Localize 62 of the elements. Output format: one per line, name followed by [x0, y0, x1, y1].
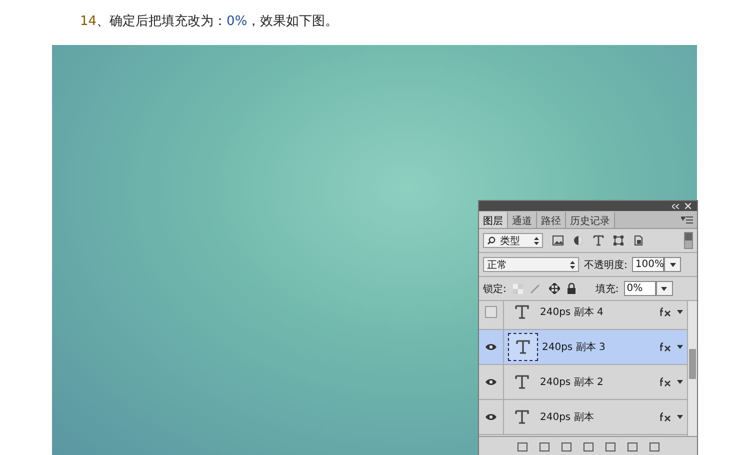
eye-icon[interactable]: [485, 413, 497, 421]
text-layer-icon: [515, 375, 529, 389]
text-layer-icon: [515, 410, 529, 424]
panel-tab[interactable]: 通道: [508, 212, 537, 228]
layer-name: 240ps 副本: [540, 410, 595, 424]
fill-label: 填充:: [595, 282, 619, 296]
caret-icon[interactable]: [677, 345, 683, 349]
layer-name: 240ps 副本 3: [542, 340, 606, 354]
panel-tab[interactable]: 图层: [479, 212, 508, 228]
layer-row[interactable]: 240ps 副本 2: [479, 365, 687, 400]
opacity-label: 不透明度:: [584, 258, 628, 272]
document-icon[interactable]: [633, 235, 644, 246]
blend-mode-dropdown[interactable]: 正常: [483, 257, 579, 272]
toolbar-icon[interactable]: [604, 442, 616, 452]
effects-icon: [659, 342, 673, 352]
caret-icon[interactable]: [677, 380, 683, 384]
checker-icon[interactable]: [513, 284, 524, 294]
caret-icon: [670, 262, 676, 266]
lock-label: 锁定:: [483, 282, 506, 296]
effects-icon: [659, 377, 673, 387]
eye-icon[interactable]: [485, 343, 497, 351]
lock-icon[interactable]: [567, 283, 576, 294]
visibility-checkbox[interactable]: [485, 306, 497, 318]
toolbar-icon[interactable]: [582, 442, 594, 452]
panel-tab[interactable]: 历史记录: [566, 212, 615, 228]
collapse-icon[interactable]: [672, 204, 679, 208]
panel-tab[interactable]: 路径: [537, 212, 566, 228]
image-icon[interactable]: [552, 235, 564, 246]
type-icon[interactable]: [593, 235, 604, 246]
toolbar-icon[interactable]: [516, 442, 528, 452]
opacity-field[interactable]: 100%: [632, 257, 664, 272]
toolbar-icon[interactable]: [626, 442, 638, 452]
updown-arrows-icon: [534, 236, 539, 244]
transform-icon[interactable]: [613, 235, 624, 246]
search-icon: [487, 236, 496, 245]
menu-icon[interactable]: [681, 216, 693, 224]
step-instruction: 14、确定后把填充改为：0%，效果如下图。: [79, 13, 340, 31]
toolbar-icon[interactable]: [560, 442, 572, 452]
eye-icon[interactable]: [485, 378, 497, 386]
toolbar-icon[interactable]: [538, 442, 550, 452]
layer-row[interactable]: 240ps 副本: [479, 400, 687, 435]
updown-arrows-icon: [570, 260, 575, 268]
caret-icon[interactable]: [677, 415, 683, 419]
caret-icon: [661, 286, 668, 290]
dropdown-button[interactable]: [656, 281, 673, 296]
dropdown-button[interactable]: [664, 257, 682, 272]
half-circle-icon[interactable]: [573, 235, 584, 246]
effects-icon: [659, 412, 673, 422]
close-icon[interactable]: [685, 203, 691, 209]
toolbar-icon[interactable]: [648, 442, 660, 452]
layer-row[interactable]: 240ps 副本 3: [479, 330, 687, 365]
text-layer-icon: [515, 305, 529, 319]
filter-toggle[interactable]: [684, 232, 693, 249]
filter-dropdown[interactable]: 类型: [483, 233, 543, 248]
move-icon[interactable]: [549, 283, 560, 294]
effects-icon: [659, 307, 673, 317]
caret-icon[interactable]: [677, 310, 683, 314]
layer-name: 240ps 副本 2: [540, 376, 604, 389]
scrollbar[interactable]: [687, 301, 697, 436]
layer-name: 240ps 副本 4: [540, 306, 604, 319]
text-layer-icon: [516, 340, 530, 354]
fill-field[interactable]: 0%: [624, 281, 656, 296]
